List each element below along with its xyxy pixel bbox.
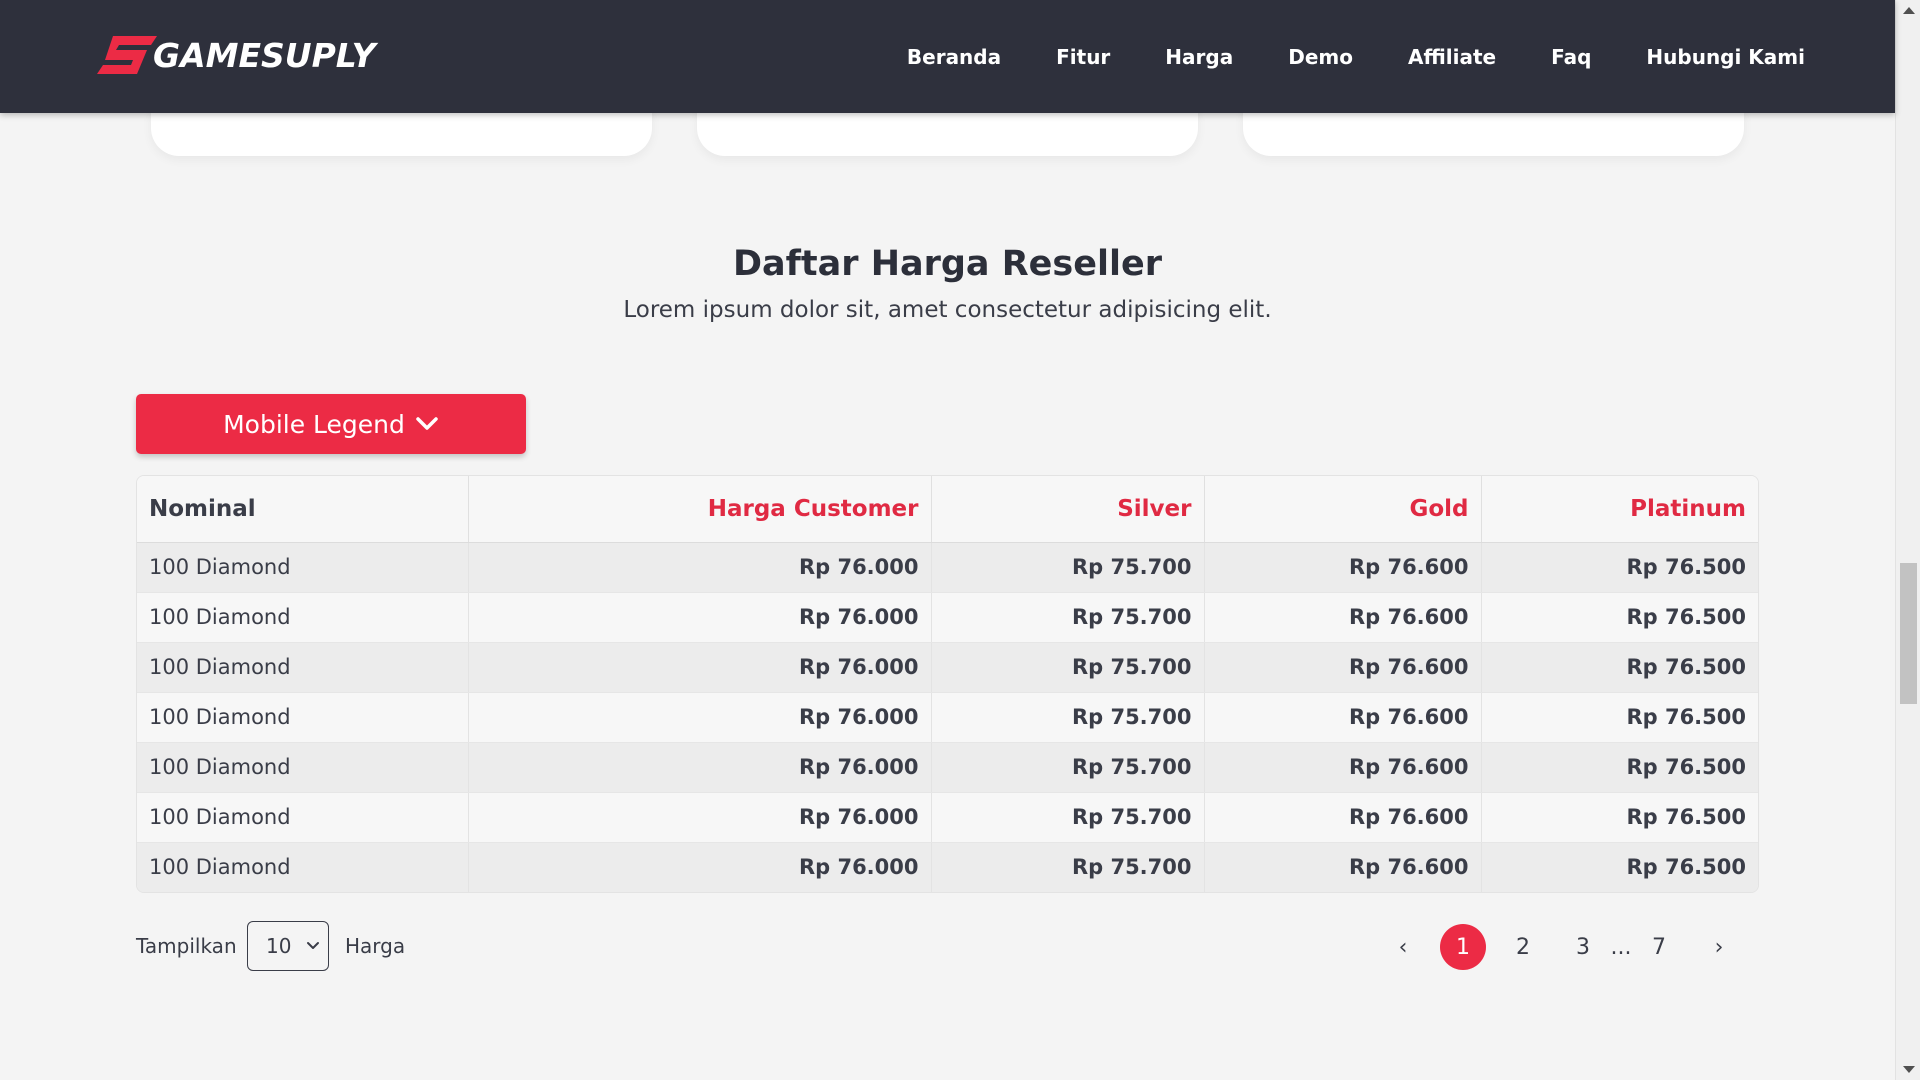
vertical-scrollbar[interactable] [1895,0,1920,1080]
chevron-down-icon [307,942,319,949]
scroll-thumb[interactable] [1900,563,1917,704]
pagination: ‹ 1 2 3 ... 7 › [1380,923,1742,971]
cell-nominal: 100 Diamond [137,542,469,593]
table-row: 100 Diamond Rp 76.000 Rp 75.700 Rp 76.60… [137,742,1758,793]
table-row: 100 Diamond Rp 76.000 Rp 75.700 Rp 76.60… [137,792,1758,843]
page-size-label: Tampilkan [136,934,237,958]
pagination-next-button[interactable]: › [1696,924,1742,970]
nav-demo[interactable]: Demo [1288,45,1353,69]
pagination-page-1[interactable]: 1 [1440,924,1486,970]
logo-mark-icon [97,36,157,74]
cell-silver: Rp 75.700 [931,792,1205,843]
cell-gold: Rp 76.600 [1204,542,1482,593]
cell-gold: Rp 76.600 [1204,592,1482,643]
scroll-down-icon[interactable] [1903,1066,1915,1073]
pagination-page-2[interactable]: 2 [1500,924,1546,970]
cell-platinum: Rp 76.500 [1481,642,1758,693]
cell-platinum: Rp 76.500 [1481,542,1758,593]
cell-platinum: Rp 76.500 [1481,742,1758,793]
pagination-prev-button[interactable]: ‹ [1380,924,1426,970]
table-row: 100 Diamond Rp 76.000 Rp 75.700 Rp 76.60… [137,842,1758,892]
nav-fitur[interactable]: Fitur [1056,45,1110,69]
game-select-button[interactable]: Mobile Legend [136,394,526,454]
page-size-select[interactable]: 10 [247,921,329,971]
pagination-page-last[interactable]: 7 [1636,924,1682,970]
nav-harga[interactable]: Harga [1165,45,1233,69]
pagination-ellipsis: ... [1610,934,1632,960]
cell-harga-customer: Rp 76.000 [468,742,932,793]
cell-gold: Rp 76.600 [1204,742,1482,793]
table-row: 100 Diamond Rp 76.000 Rp 75.700 Rp 76.60… [137,692,1758,743]
cell-platinum: Rp 76.500 [1481,842,1758,892]
nav-affiliate[interactable]: Affiliate [1408,45,1496,69]
scroll-up-icon[interactable] [1903,7,1915,14]
cell-harga-customer: Rp 76.000 [468,842,932,892]
main-nav: Beranda Fitur Harga Demo Affiliate Faq H… [852,0,1805,113]
table-header-row: Nominal Harga Customer Silver Gold Plati… [137,476,1758,543]
pagination-page-3[interactable]: 3 [1560,924,1606,970]
page-size-unit: Harga [345,934,406,958]
cell-nominal: 100 Diamond [137,642,469,693]
page-size-value: 10 [266,934,292,958]
brand-name: GAMESUPLY [153,35,376,75]
cell-gold: Rp 76.600 [1204,792,1482,843]
cell-nominal: 100 Diamond [137,692,469,743]
header-harga-customer: Harga Customer [468,476,932,543]
price-table: Nominal Harga Customer Silver Gold Plati… [136,475,1759,893]
cell-harga-customer: Rp 76.000 [468,692,932,743]
brand-logo[interactable]: GAMESUPLY [95,30,376,80]
cell-harga-customer: Rp 76.000 [468,642,932,693]
section-subtitle: Lorem ipsum dolor sit, amet consectetur … [623,297,1272,323]
cell-gold: Rp 76.600 [1204,842,1482,892]
navbar: GAMESUPLY Beranda Fitur Harga Demo Affil… [0,0,1895,113]
table-row: 100 Diamond Rp 76.000 Rp 75.700 Rp 76.60… [137,642,1758,693]
header-silver: Silver [931,476,1205,543]
cell-silver: Rp 75.700 [931,742,1205,793]
header-nominal: Nominal [137,476,469,543]
cell-gold: Rp 76.600 [1204,692,1482,743]
cell-nominal: 100 Diamond [137,792,469,843]
cell-silver: Rp 75.700 [931,692,1205,743]
cell-nominal: 100 Diamond [137,842,469,892]
cell-silver: Rp 75.700 [931,592,1205,643]
cell-nominal: 100 Diamond [137,742,469,793]
cell-platinum: Rp 76.500 [1481,792,1758,843]
chevron-down-icon [416,417,438,430]
nav-faq[interactable]: Faq [1551,45,1591,69]
table-row: 100 Diamond Rp 76.000 Rp 75.700 Rp 76.60… [137,592,1758,643]
section-title: Daftar Harga Reseller [733,244,1162,284]
cell-nominal: 100 Diamond [137,592,469,643]
header-platinum: Platinum [1481,476,1758,543]
cell-gold: Rp 76.600 [1204,642,1482,693]
cell-silver: Rp 75.700 [931,842,1205,892]
game-select-label: Mobile Legend [223,409,405,439]
header-gold: Gold [1204,476,1482,543]
table-row: 100 Diamond Rp 76.000 Rp 75.700 Rp 76.60… [137,542,1758,593]
nav-hubungi-kami[interactable]: Hubungi Kami [1646,45,1805,69]
cell-silver: Rp 75.700 [931,542,1205,593]
cell-harga-customer: Rp 76.000 [468,592,932,643]
cell-harga-customer: Rp 76.000 [468,792,932,843]
cell-silver: Rp 75.700 [931,642,1205,693]
cell-harga-customer: Rp 76.000 [468,542,932,593]
nav-beranda[interactable]: Beranda [907,45,1001,69]
cell-platinum: Rp 76.500 [1481,692,1758,743]
cell-platinum: Rp 76.500 [1481,592,1758,643]
